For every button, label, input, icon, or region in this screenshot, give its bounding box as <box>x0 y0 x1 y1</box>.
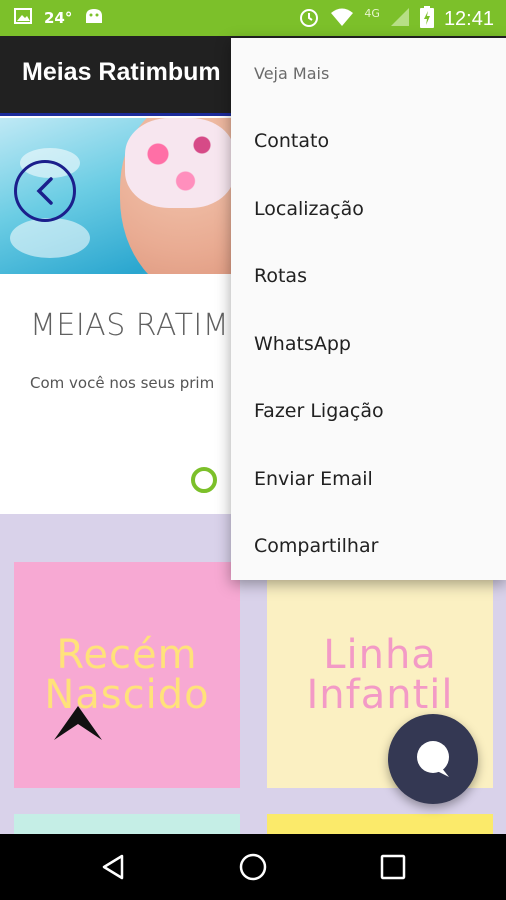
slide-text: Com você nos seus prim <box>30 374 215 392</box>
chevron-left-icon <box>36 177 53 205</box>
battery-charging-icon <box>419 6 434 32</box>
menu-item-compartilhar[interactable]: Compartilhar <box>231 513 506 579</box>
menu-item-localizacao[interactable]: Localização <box>231 176 506 242</box>
category-label: Linha Infantil <box>306 632 454 718</box>
menu-item-contato[interactable]: Contato <box>231 108 506 174</box>
home-button[interactable] <box>236 850 270 884</box>
scroll-top-button[interactable] <box>52 700 104 744</box>
home-circle-icon <box>239 853 267 881</box>
wifi-icon <box>330 7 354 31</box>
swimsuit <box>125 118 235 208</box>
chat-bubble-icon <box>417 741 449 777</box>
slider-prev-button[interactable] <box>14 160 76 222</box>
menu-header: Veja Mais <box>254 64 330 83</box>
category-card-partial[interactable] <box>267 814 493 834</box>
status-bar: 24° 4G 12:41 <box>0 0 506 36</box>
category-label: Recém Nascido <box>44 632 210 718</box>
network-type-text: 4G <box>364 6 380 20</box>
menu-item-rotas[interactable]: Rotas <box>231 243 506 309</box>
chat-button[interactable] <box>388 714 478 804</box>
menu-item-whatsapp[interactable]: WhatsApp <box>231 311 506 377</box>
navigation-bar <box>0 834 506 900</box>
recents-square-icon <box>380 854 406 880</box>
alarm-icon <box>298 6 320 32</box>
android-icon <box>84 7 104 29</box>
category-card-recem-nascido[interactable]: Recém Nascido <box>14 562 240 788</box>
recents-button[interactable] <box>376 850 410 884</box>
category-card-partial[interactable] <box>14 814 240 834</box>
image-icon <box>14 7 32 29</box>
back-triangle-icon <box>102 854 124 880</box>
clock-text: 12:41 <box>443 7 494 30</box>
app-title: Meias Ratimbum <box>22 58 221 86</box>
slide-title: MEIAS RATIM <box>30 308 230 343</box>
menu-item-fazer-ligacao[interactable]: Fazer Ligação <box>231 378 506 444</box>
slider-indicator-dot[interactable] <box>191 467 217 493</box>
chevron-up-icon <box>54 706 102 740</box>
signal-icon <box>390 7 410 31</box>
overflow-menu: Veja Mais Contato Localização Rotas What… <box>231 38 506 580</box>
back-button[interactable] <box>96 850 130 884</box>
temperature-text: 24° <box>44 9 73 27</box>
menu-item-enviar-email[interactable]: Enviar Email <box>231 446 506 512</box>
